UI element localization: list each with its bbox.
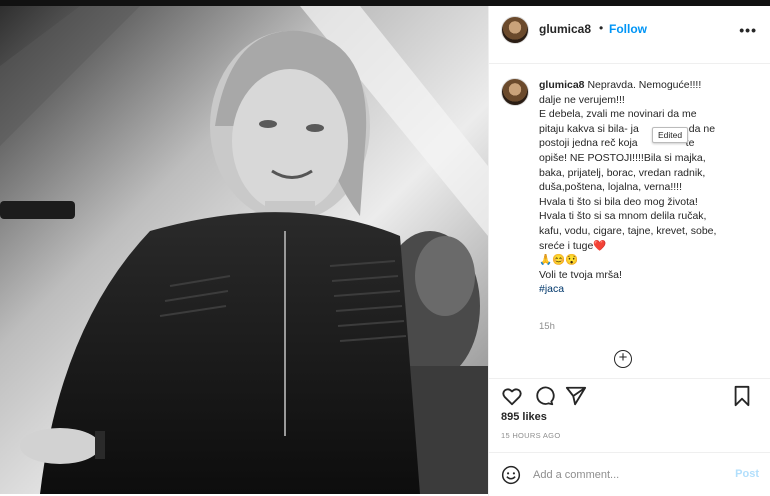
comment-bubble-icon[interactable] xyxy=(533,385,555,407)
paper-plane-icon[interactable] xyxy=(565,385,587,407)
caption-line: Nepravda. Nemoguće!!!! xyxy=(584,79,702,91)
post-time-ago[interactable]: 15 HOURS AGO xyxy=(501,431,560,440)
separator-dot: • xyxy=(599,21,604,35)
heart-icon[interactable] xyxy=(501,385,523,407)
caption-text: glumica8 Nepravda. Nemoguće!!!! dalje ne… xyxy=(539,78,759,297)
photo-illustration xyxy=(0,6,488,494)
more-options-icon[interactable]: ••• xyxy=(739,22,757,38)
caption-line: sreće i tuge❤️ xyxy=(539,239,607,252)
caption-line: pitaju kakva si bila- ja xyxy=(539,122,639,135)
caption-line: Voli te tvoja mrša! xyxy=(539,268,622,281)
caption-line: Hvala ti što si bila deo mog života! xyxy=(539,195,698,208)
instagram-post-window: glumica8 • Follow ••• glumica8 Nepravda.… xyxy=(0,0,770,496)
avatar[interactable] xyxy=(501,16,529,44)
caption-line: baka, prijatelj, borac, vredan radnik, xyxy=(539,166,706,179)
comment-input[interactable] xyxy=(533,465,713,485)
edited-tooltip: Edited xyxy=(652,127,689,143)
caption-username[interactable]: glumica8 xyxy=(539,79,585,91)
action-bar: 895 likes 15 HOURS AGO xyxy=(489,378,770,450)
caption-timestamp[interactable]: 15h xyxy=(539,321,555,332)
bookmark-icon[interactable] xyxy=(731,385,753,407)
plus-circle-icon[interactable]: + xyxy=(614,350,632,368)
caption-line: opiše! NE POSTOJI!!!!Bila si majka, xyxy=(539,151,706,164)
smiley-icon[interactable] xyxy=(501,465,521,485)
post-button[interactable]: Post xyxy=(735,468,759,480)
caption-line: kafu, vodu, cigare, tajne, krevet, sobe, xyxy=(539,224,717,237)
caption-line: dalje ne verujem!!! xyxy=(539,93,625,106)
post-header: glumica8 • Follow ••• xyxy=(489,6,770,64)
hashtag-link[interactable]: #jaca xyxy=(539,282,759,297)
caption-line: E debela, zvali me novinari da me xyxy=(539,108,697,121)
caption-line: Hvala ti što si sa mnom delila ručak, xyxy=(539,210,707,223)
post-side-panel: glumica8 • Follow ••• glumica8 Nepravda.… xyxy=(488,6,770,496)
follow-button[interactable]: Follow xyxy=(609,22,647,36)
comment-bar: Post xyxy=(489,452,770,496)
header-username[interactable]: glumica8 xyxy=(539,22,591,36)
caption-line: 🙏😊😯 xyxy=(539,254,579,267)
caption-area: glumica8 Nepravda. Nemoguće!!!! dalje ne… xyxy=(489,64,770,376)
caption-avatar[interactable] xyxy=(501,78,529,106)
caption-line-tail: da ne xyxy=(688,122,716,135)
post-photo[interactable] xyxy=(0,6,488,494)
caption-line: postoji jedna reč koja xyxy=(539,137,638,150)
likes-count[interactable]: 895 likes xyxy=(501,411,547,423)
caption-line: duša,poštena, lojalna, verna!!!! xyxy=(539,181,683,194)
